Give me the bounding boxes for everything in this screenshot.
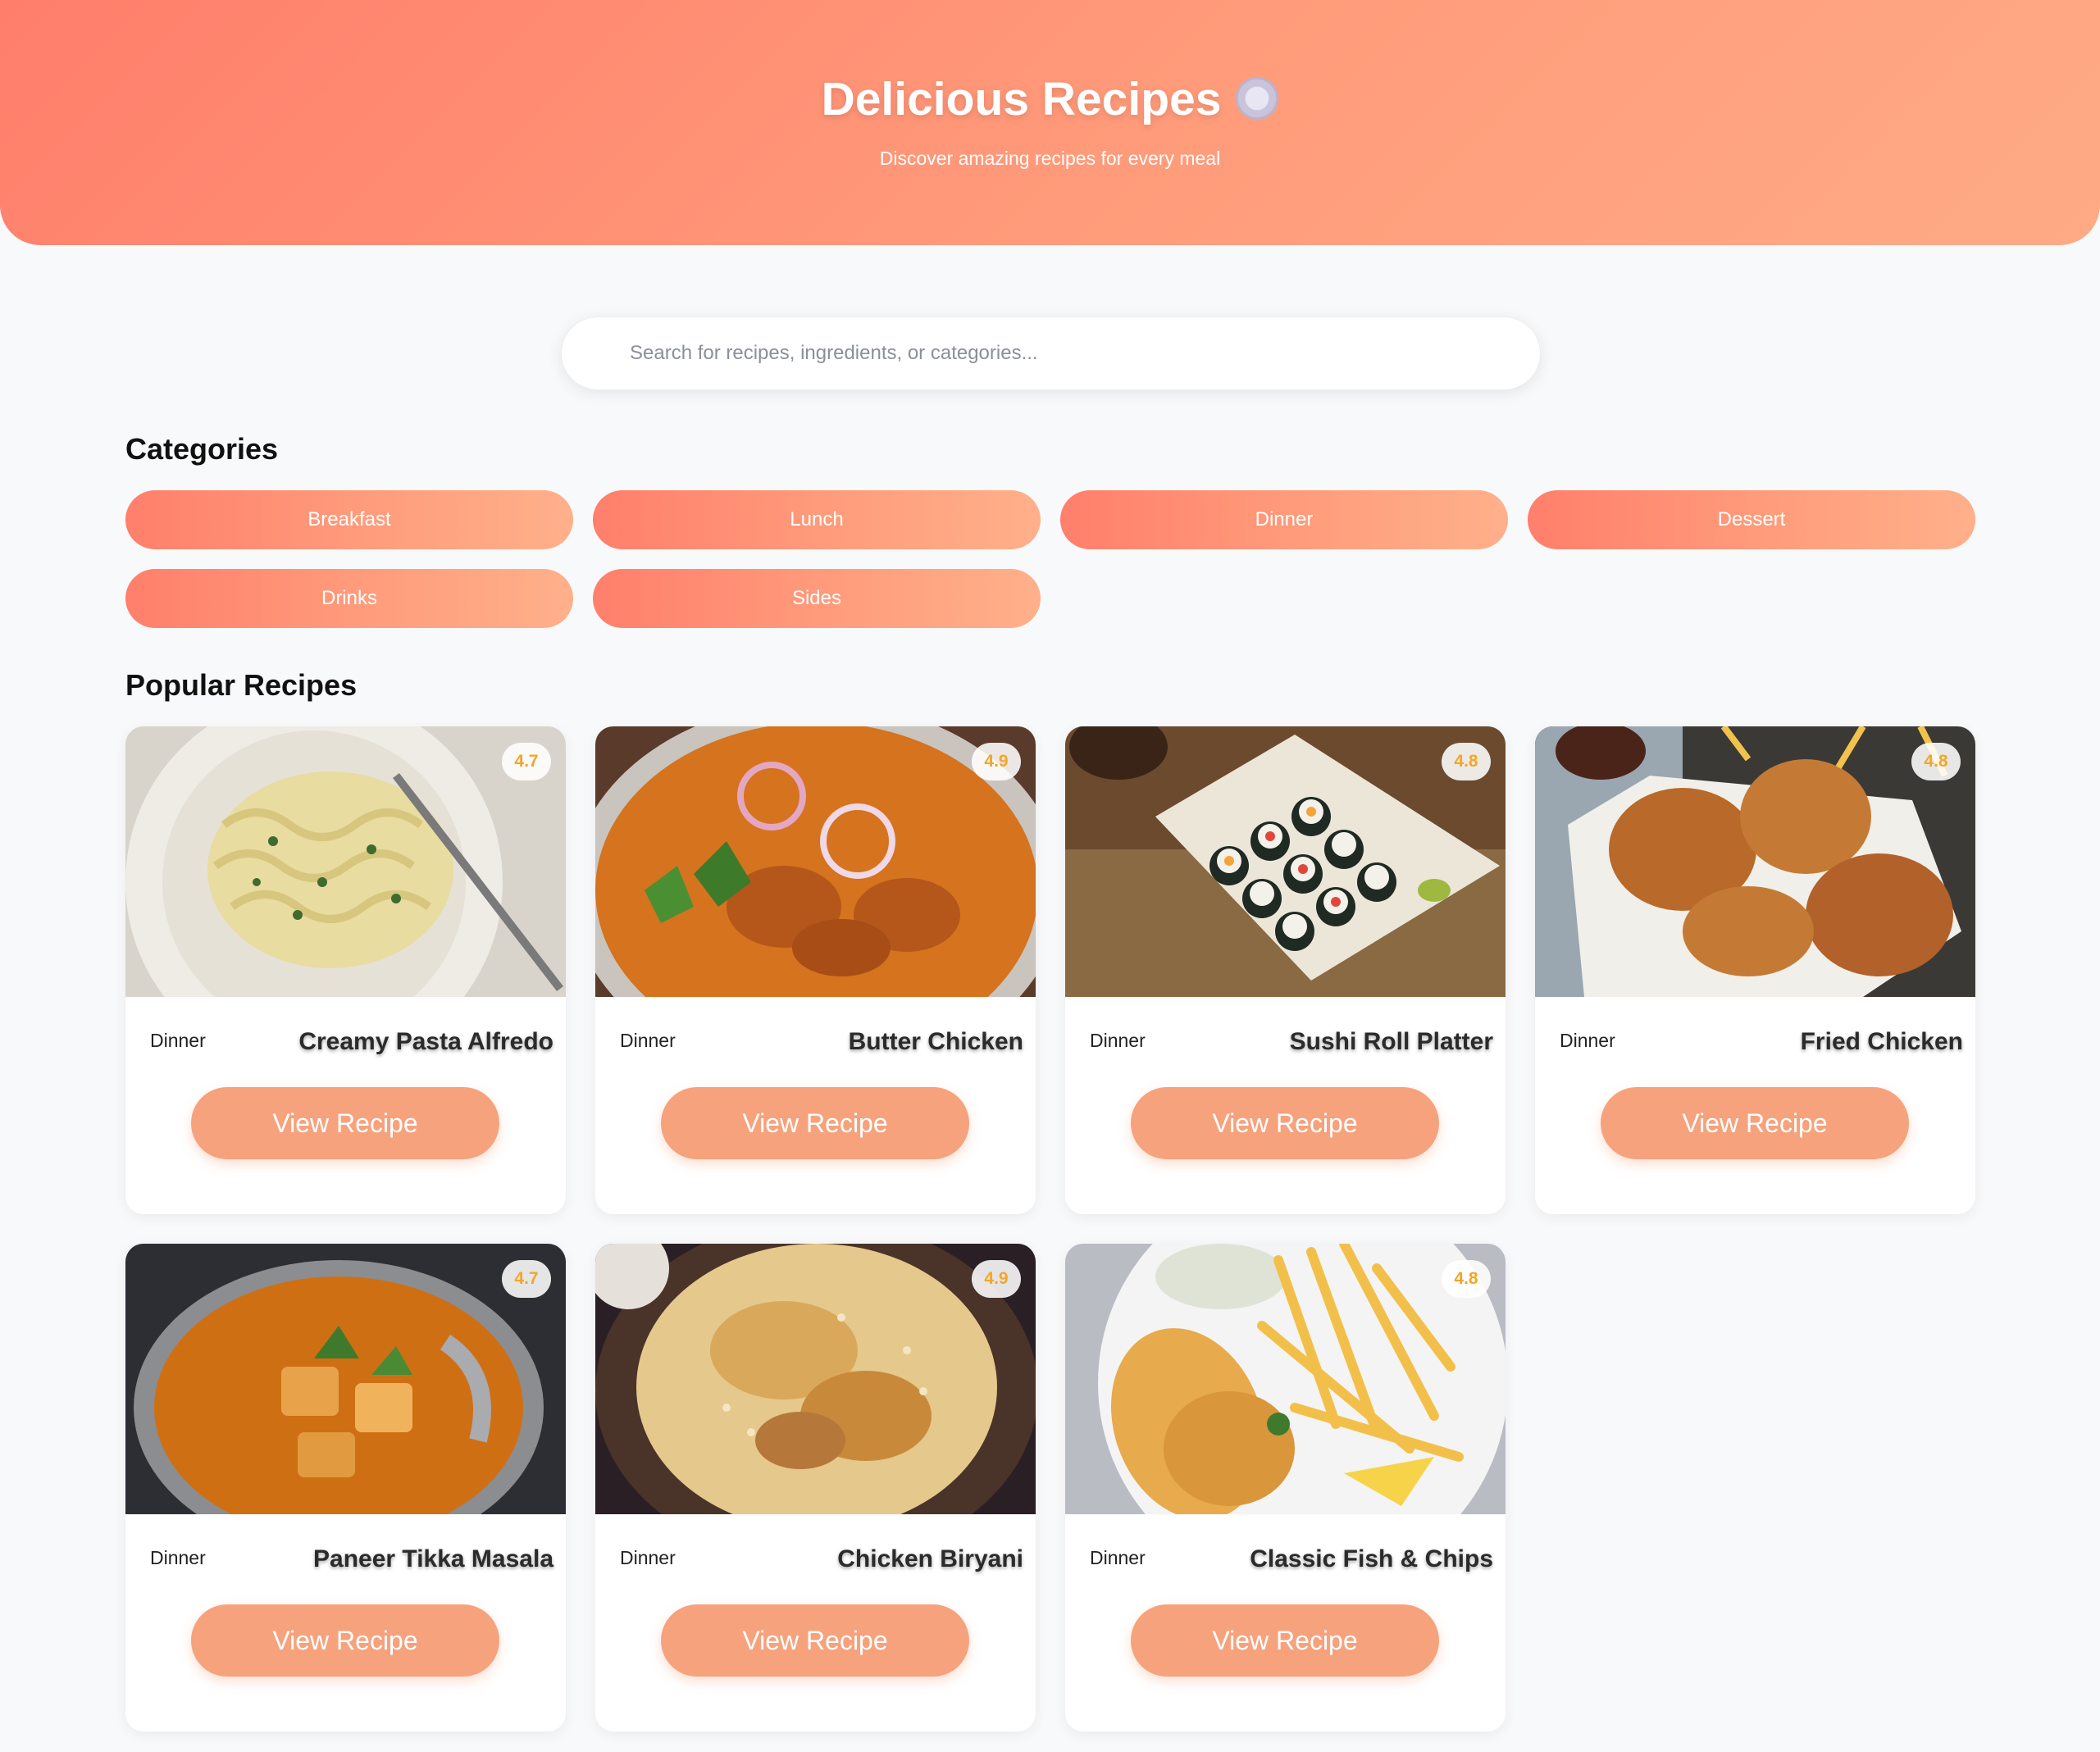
recipe-title: Sushi Roll Platter: [1289, 1028, 1493, 1055]
rating-badge: 4.8: [1911, 743, 1961, 780]
category-dessert[interactable]: Dessert: [1528, 490, 1975, 549]
recipe-image: [1535, 726, 1975, 997]
recipe-card[interactable]: 4.8 Dinner Fried Chicken View Recipe: [1535, 726, 1975, 1214]
view-recipe-button[interactable]: View Recipe: [661, 1087, 969, 1159]
category-breakfast[interactable]: Breakfast: [125, 490, 573, 549]
view-recipe-button[interactable]: View Recipe: [1131, 1087, 1439, 1159]
recipe-image: [1065, 726, 1506, 997]
recipe-category: Dinner: [1560, 1030, 1615, 1051]
recipe-card[interactable]: 4.9 Dinner Butter Chicken View Recipe: [595, 726, 1036, 1214]
recipe-category: Dinner: [150, 1547, 206, 1568]
category-sides[interactable]: Sides: [593, 569, 1041, 628]
recipe-category: Dinner: [150, 1030, 206, 1051]
recipe-image: [595, 1244, 1036, 1514]
page-subtitle: Discover amazing recipes for every meal: [879, 148, 1221, 169]
recipe-card[interactable]: 4.8 Dinner Sushi Roll Platter View Recip…: [1065, 726, 1506, 1214]
recipe-title: Creamy Pasta Alfredo: [298, 1028, 553, 1055]
search-bar[interactable]: [561, 316, 1541, 390]
view-recipe-button[interactable]: View Recipe: [1601, 1087, 1909, 1159]
recipe-card[interactable]: 4.7 Dinner Creamy Pasta Alfredo View Rec…: [125, 726, 566, 1214]
recipe-title: Chicken Biryani: [837, 1545, 1023, 1572]
recipe-image: [125, 726, 566, 997]
recipe-image: [595, 726, 1036, 997]
recipe-card[interactable]: 4.9 Dinner Chicken Biryani View Recipe: [595, 1244, 1036, 1732]
recipes-page: Delicious Recipes Discover amazing recip…: [0, 0, 2100, 1752]
category-drinks[interactable]: Drinks: [125, 569, 573, 628]
page-title-text: Delicious Recipes: [821, 73, 1222, 125]
recipe-card[interactable]: 4.8 Dinner Classic Fish & Chips View Rec…: [1065, 1244, 1506, 1732]
rating-badge: 4.8: [1442, 1260, 1491, 1298]
rating-badge: 4.7: [502, 1260, 551, 1298]
recipe-category: Dinner: [1090, 1547, 1146, 1568]
recipe-image: [1065, 1244, 1506, 1514]
rating-badge: 4.9: [972, 743, 1021, 780]
rating-badge: 4.7: [502, 743, 551, 780]
recipe-image: [125, 1244, 566, 1514]
page-title: Delicious Recipes: [0, 72, 2100, 126]
popular-recipes-heading: Popular Recipes: [125, 668, 358, 702]
recipe-category: Dinner: [1090, 1030, 1146, 1051]
category-dinner[interactable]: Dinner: [1060, 490, 1508, 549]
rating-badge: 4.8: [1442, 743, 1491, 780]
recipe-title: Fried Chicken: [1800, 1028, 1963, 1055]
categories-heading: Categories: [125, 432, 279, 466]
view-recipe-button[interactable]: View Recipe: [191, 1087, 499, 1159]
category-lunch[interactable]: Lunch: [593, 490, 1041, 549]
hero-header: Delicious Recipes Discover amazing recip…: [0, 0, 2100, 245]
view-recipe-button[interactable]: View Recipe: [1131, 1604, 1439, 1677]
rating-badge: 4.9: [972, 1260, 1021, 1298]
plate-icon: [1236, 77, 1279, 120]
recipe-category: Dinner: [620, 1030, 676, 1051]
recipe-category: Dinner: [620, 1547, 676, 1568]
recipe-card[interactable]: 4.7 Dinner Paneer Tikka Masala View Reci…: [125, 1244, 566, 1732]
recipe-title: Paneer Tikka Masala: [313, 1545, 553, 1572]
view-recipe-button[interactable]: View Recipe: [191, 1604, 499, 1677]
search-input[interactable]: [562, 317, 1540, 389]
view-recipe-button[interactable]: View Recipe: [661, 1604, 969, 1677]
recipe-title: Classic Fish & Chips: [1250, 1545, 1493, 1572]
recipe-title: Butter Chicken: [848, 1028, 1023, 1055]
